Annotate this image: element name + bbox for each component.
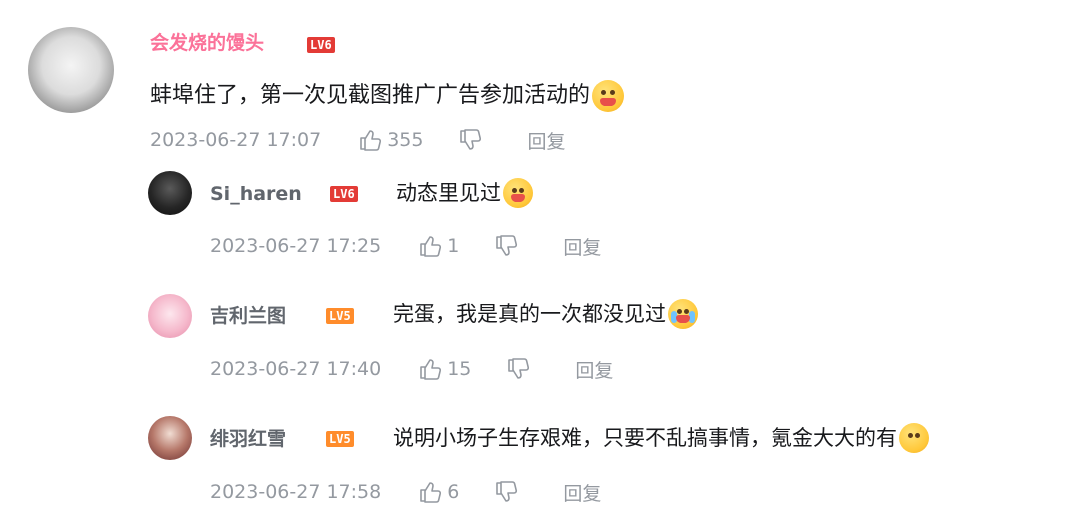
thumbs-up-icon[interactable] (417, 356, 443, 382)
crying-emoji-icon (668, 299, 698, 329)
reply-text-body: 动态里见过 (396, 181, 501, 205)
reply-meta: 2023-06-27 17:58 6 回复 (210, 478, 601, 506)
thumbs-down-icon[interactable] (493, 233, 519, 259)
comment-text: 蚌埠住了，第一次见截图推广广告参加活动的 (150, 80, 625, 112)
level-badge: LV6 (307, 37, 335, 53)
like-count: 1 (447, 235, 460, 257)
reply-username[interactable]: Si_haren (210, 181, 302, 207)
reply-username[interactable]: 吉利兰图 (210, 303, 286, 329)
thumbs-down-icon[interactable] (457, 127, 483, 153)
reply-text: 说明小场子生存艰难，只要不乱搞事情，氪金大大的有 (393, 423, 929, 453)
like-count: 15 (447, 358, 472, 380)
reply-text: 完蛋，我是真的一次都没见过 (393, 299, 698, 329)
thumbs-down-icon[interactable] (505, 356, 531, 382)
reply-meta: 2023-06-27 17:25 1 回复 (210, 232, 601, 260)
smirk-emoji-icon (899, 423, 929, 453)
thumbs-up-icon[interactable] (417, 233, 443, 259)
thumbs-down-icon[interactable] (493, 479, 519, 505)
reply-username[interactable]: 绯羽红雪 (210, 426, 286, 452)
comment-text-body: 蚌埠住了，第一次见截图推广广告参加活动的 (150, 83, 591, 108)
reply-time: 2023-06-27 17:58 (210, 481, 382, 503)
reply-button[interactable]: 回复 (575, 356, 613, 383)
avatar[interactable] (148, 416, 192, 460)
comment-meta: 2023-06-27 17:07 355 回复 (150, 126, 566, 154)
reply-text: 动态里见过 (396, 178, 533, 208)
like-count: 6 (447, 481, 460, 503)
reply-button[interactable]: 回复 (527, 127, 565, 154)
comment-time: 2023-06-27 17:07 (150, 129, 322, 151)
comment-username[interactable]: 会发烧的馒头 (150, 30, 264, 56)
angry-shout-emoji-icon (592, 80, 625, 112)
reply-button[interactable]: 回复 (563, 479, 601, 506)
level-badge: LV5 (326, 308, 354, 324)
like-count: 355 (387, 129, 424, 151)
reply-time: 2023-06-27 17:40 (210, 358, 382, 380)
avatar[interactable] (148, 294, 192, 338)
reply-text-body: 完蛋，我是真的一次都没见过 (393, 302, 666, 326)
thumbs-up-icon[interactable] (417, 479, 443, 505)
reply-time: 2023-06-27 17:25 (210, 235, 382, 257)
reply-button[interactable]: 回复 (563, 233, 601, 260)
avatar[interactable] (28, 27, 114, 113)
avatar[interactable] (148, 171, 192, 215)
drooling-emoji-icon (503, 178, 533, 208)
thumbs-up-icon[interactable] (357, 127, 383, 153)
level-badge: LV5 (326, 431, 354, 447)
level-badge: LV6 (330, 186, 358, 202)
reply-text-body: 说明小场子生存艰难，只要不乱搞事情，氪金大大的有 (393, 426, 897, 450)
reply-meta: 2023-06-27 17:40 15 回复 (210, 355, 613, 383)
